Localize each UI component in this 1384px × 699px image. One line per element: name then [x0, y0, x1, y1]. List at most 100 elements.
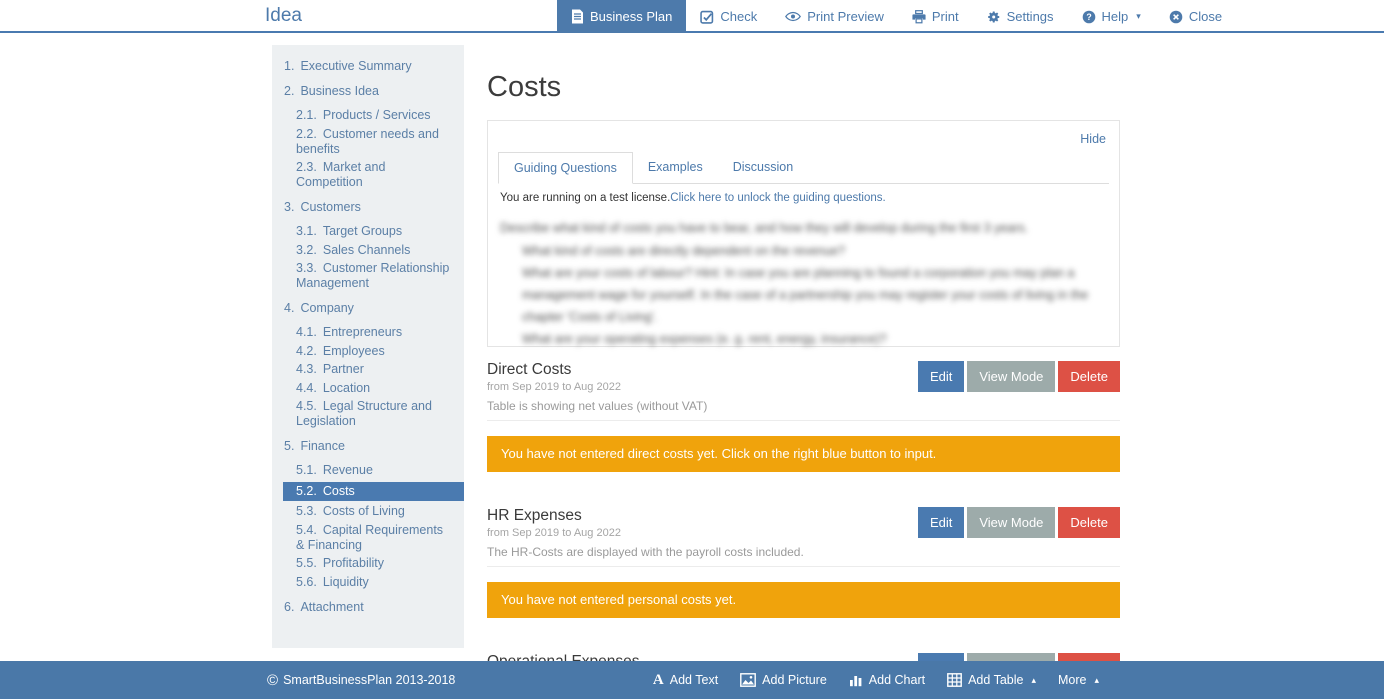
section-direct-costs: Direct Costs from Sep 2019 to Aug 2022 E…	[487, 361, 1120, 472]
nav-label: Help	[1102, 9, 1129, 24]
sidebar-item-company[interactable]: 4.Company	[272, 301, 464, 316]
section-actions: Edit View Mode Delete	[918, 361, 1120, 392]
copyright-icon: ©	[267, 672, 278, 689]
license-notice: You are running on a test license.Click …	[500, 192, 1107, 204]
chapter-sidebar: 1.Executive Summary 2.Business Idea 2.1.…	[272, 45, 464, 648]
chevron-down-icon: ▾	[1136, 11, 1141, 22]
bar-chart-icon	[849, 673, 863, 687]
nav-label: Close	[1189, 9, 1222, 24]
sidebar-item-location[interactable]: 4.4.Location	[272, 381, 464, 396]
edit-button[interactable]: Edit	[918, 361, 964, 392]
app-title: Idea	[265, 5, 302, 27]
nav-close[interactable]: Close	[1155, 0, 1236, 33]
sidebar-item-products-services[interactable]: 2.1.Products / Services	[272, 108, 464, 123]
tab-guiding-questions[interactable]: Guiding Questions	[498, 152, 633, 184]
divider	[487, 420, 1120, 421]
question-circle-icon: ?	[1082, 10, 1096, 24]
sidebar-item-customer-needs[interactable]: 2.2.Customer needs and benefits	[272, 127, 464, 157]
guiding-question: What kind of costs are directly dependen…	[522, 240, 1107, 262]
sidebar-item-attachment[interactable]: 6.Attachment	[272, 600, 464, 615]
guiding-questions-panel: Hide Guiding Questions Examples Discussi…	[487, 120, 1120, 347]
sidebar-item-customer-relationship[interactable]: 3.3.Customer Relationship Management	[272, 261, 464, 291]
sidebar-item-costs-of-living[interactable]: 5.3.Costs of Living	[272, 504, 464, 519]
app-window: Idea Business Plan Check Print Preview	[0, 0, 1384, 699]
sidebar-item-employees[interactable]: 4.2.Employees	[272, 344, 464, 359]
nav-label: Print Preview	[807, 9, 884, 24]
sidebar-item-business-idea[interactable]: 2.Business Idea	[272, 84, 464, 99]
guiding-question: What are your costs of labour? Hint: In …	[522, 262, 1107, 328]
section-note: Table is showing net values (without VAT…	[487, 399, 1120, 413]
nav-label: Settings	[1007, 9, 1054, 24]
section-note: The HR-Costs are displayed with the payr…	[487, 545, 1120, 559]
main-content: Costs Hide Guiding Questions Examples Di…	[487, 0, 1120, 699]
delete-button[interactable]: Delete	[1058, 361, 1120, 392]
delete-button[interactable]: Delete	[1058, 507, 1120, 538]
add-table-button[interactable]: Add Table ▴	[936, 673, 1047, 687]
footer-bar: © SmartBusinessPlan 2013-2018 A Add Text…	[0, 661, 1384, 699]
sidebar-item-target-groups[interactable]: 3.1.Target Groups	[272, 224, 464, 239]
unlock-license-link[interactable]: Click here to unlock the guiding questio…	[670, 192, 885, 204]
tab-discussion[interactable]: Discussion	[718, 152, 808, 183]
sidebar-item-profitability[interactable]: 5.5.Profitability	[272, 556, 464, 571]
section-title: Direct Costs	[487, 361, 621, 379]
picture-icon	[740, 673, 756, 687]
panel-tabs: Guiding Questions Examples Discussion	[498, 152, 1109, 184]
sidebar-item-revenue[interactable]: 5.1.Revenue	[272, 463, 464, 478]
letter-a-icon: A	[653, 672, 664, 689]
nav-print[interactable]: Print	[898, 0, 973, 33]
warning-banner: You have not entered direct costs yet. C…	[487, 436, 1120, 472]
eye-icon	[785, 11, 801, 22]
document-icon	[571, 9, 584, 24]
section-date-range: from Sep 2019 to Aug 2022	[487, 527, 621, 540]
nav-check[interactable]: Check	[686, 0, 771, 33]
section-date-range: from Sep 2019 to Aug 2022	[487, 381, 621, 394]
guiding-question: What are your operating expenses (e. g. …	[522, 328, 1107, 350]
nav-label: Print	[932, 9, 959, 24]
section-title: HR Expenses	[487, 507, 621, 525]
sidebar-item-market-competition[interactable]: 2.3.Market and Competition	[272, 160, 464, 190]
copyright: © SmartBusinessPlan 2013-2018	[267, 661, 455, 699]
sidebar-item-legal-structure[interactable]: 4.5.Legal Structure and Legislation	[272, 399, 464, 429]
view-mode-button[interactable]: View Mode	[967, 361, 1055, 392]
printer-icon	[912, 10, 926, 24]
nav-settings[interactable]: Settings	[973, 0, 1068, 33]
add-picture-button[interactable]: Add Picture	[729, 673, 838, 687]
sidebar-item-sales-channels[interactable]: 3.2.Sales Channels	[272, 243, 464, 258]
section-actions: Edit View Mode Delete	[918, 507, 1120, 538]
sidebar-item-capital-requirements[interactable]: 5.4.Capital Requirements & Financing	[272, 523, 464, 553]
top-bar: Idea Business Plan Check Print Preview	[0, 0, 1384, 33]
sidebar-item-executive-summary[interactable]: 1.Executive Summary	[272, 59, 464, 74]
nav-print-preview[interactable]: Print Preview	[771, 0, 898, 33]
sidebar-item-entrepreneurs[interactable]: 4.1.Entrepreneurs	[272, 325, 464, 340]
warning-banner: You have not entered personal costs yet.	[487, 582, 1120, 618]
nav-help[interactable]: ? Help ▾	[1068, 0, 1155, 33]
more-button[interactable]: More ▴	[1047, 673, 1110, 687]
checkbox-check-icon	[700, 10, 714, 24]
chevron-up-icon: ▴	[1094, 675, 1099, 686]
x-circle-icon	[1169, 10, 1183, 24]
footer-navigation: A Add Text Add Picture Add Chart Add Ta	[642, 661, 1110, 699]
hide-link[interactable]: Hide	[1080, 132, 1106, 146]
top-navigation: Business Plan Check Print Preview Print	[557, 0, 1236, 33]
section-hr-expenses: HR Expenses from Sep 2019 to Aug 2022 Ed…	[487, 507, 1120, 618]
sidebar-item-costs[interactable]: 5.2.Costs	[283, 482, 464, 501]
sidebar-item-finance[interactable]: 5.Finance	[272, 439, 464, 454]
edit-button[interactable]: Edit	[918, 507, 964, 538]
gear-icon	[987, 10, 1001, 24]
add-text-button[interactable]: A Add Text	[642, 672, 729, 689]
sidebar-item-customers[interactable]: 3.Customers	[272, 200, 464, 215]
nav-business-plan[interactable]: Business Plan	[557, 0, 686, 33]
guiding-questions-blurred-text: Describe what kind of costs you have to …	[500, 217, 1107, 350]
guiding-questions-intro: Describe what kind of costs you have to …	[500, 217, 1107, 239]
svg-text:?: ?	[1086, 12, 1091, 22]
nav-label: Business Plan	[590, 9, 672, 24]
view-mode-button[interactable]: View Mode	[967, 507, 1055, 538]
sidebar-item-liquidity[interactable]: 5.6.Liquidity	[272, 575, 464, 590]
nav-label: Check	[720, 9, 757, 24]
sidebar-item-partner[interactable]: 4.3.Partner	[272, 362, 464, 377]
tab-examples[interactable]: Examples	[633, 152, 718, 183]
chevron-up-icon: ▴	[1031, 675, 1036, 686]
page-title: Costs	[487, 70, 1120, 104]
add-chart-button[interactable]: Add Chart	[838, 673, 936, 687]
divider	[487, 566, 1120, 567]
